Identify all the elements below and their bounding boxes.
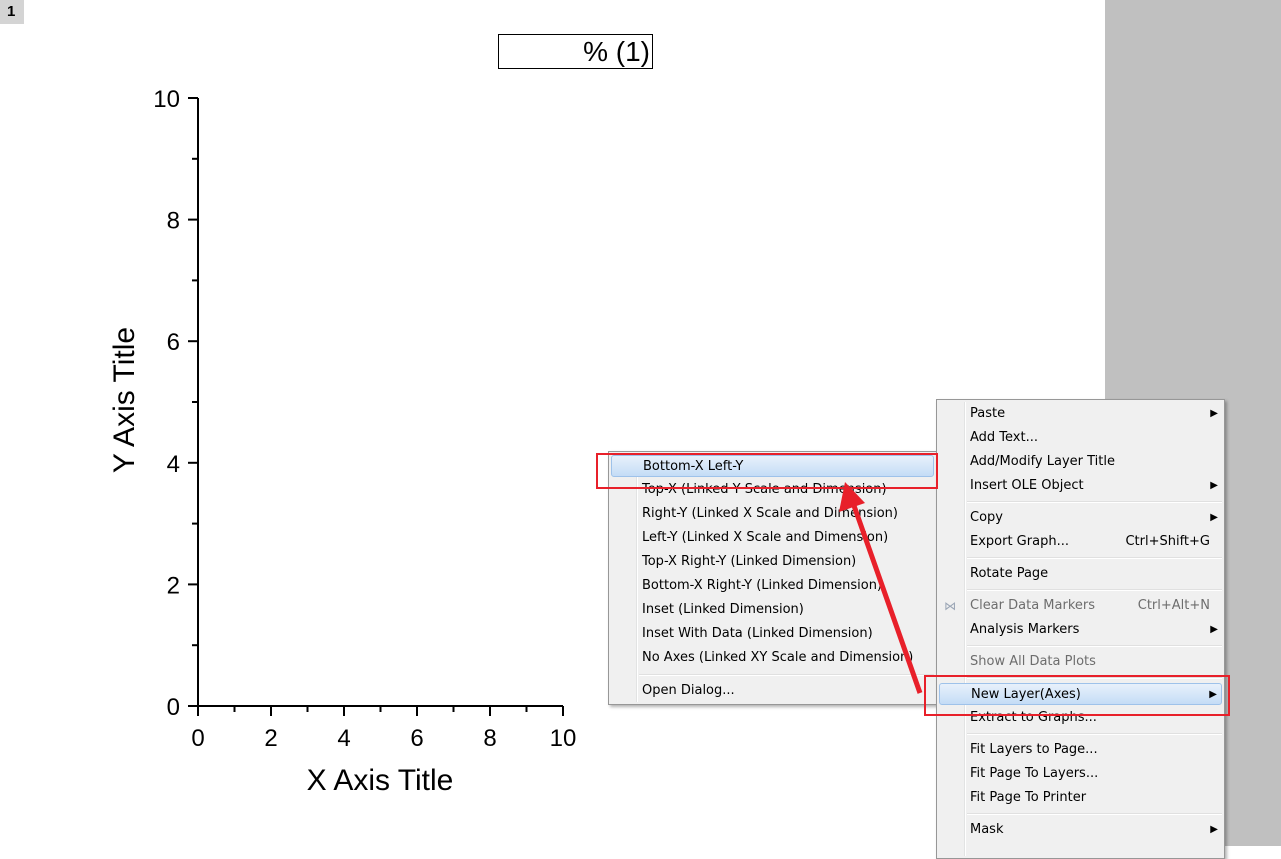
y-tick-label: 0 (167, 694, 180, 721)
menu-item-export-graph[interactable]: Export Graph... Ctrl+Shift+G (939, 531, 1222, 553)
menu-separator (967, 733, 1222, 735)
menu-item-fit-page-to-layers[interactable]: Fit Page To Layers... (939, 763, 1222, 785)
submenu-item-bottom-x-right-y[interactable]: Bottom-X Right-Y (Linked Dimension) (611, 575, 934, 597)
annotation-box-new-layer (924, 675, 1230, 716)
submenu-item-top-x-right-y[interactable]: Top-X Right-Y (Linked Dimension) (611, 551, 934, 573)
x-tick-label: 10 (550, 725, 577, 752)
x-tick-label: 6 (410, 725, 423, 752)
data-markers-icon: ⋈ (944, 599, 956, 613)
x-tick-label: 2 (264, 725, 277, 752)
menu-item-mask[interactable]: Mask ▶ (939, 819, 1222, 841)
menu-separator (967, 557, 1222, 559)
y-axis-title[interactable]: Y Axis Title (108, 270, 142, 530)
x-tick-label: 8 (483, 725, 496, 752)
annotation-box-bottom-x-left-y (596, 453, 938, 489)
y-tick-label: 8 (167, 208, 180, 235)
graph-plot[interactable]: 0 2 4 6 8 10 0 2 4 6 8 10 (0, 0, 620, 846)
y-tick-label: 10 (153, 86, 180, 113)
menu-item-fit-page-to-printer[interactable]: Fit Page To Printer (939, 787, 1222, 809)
menu-separator (967, 589, 1222, 591)
shortcut-label: Ctrl+Alt+N (1137, 598, 1210, 613)
menu-separator (967, 501, 1222, 503)
menu-separator (967, 813, 1222, 815)
submenu-separator (639, 674, 934, 676)
x-tick-label: 0 (191, 725, 204, 752)
menu-item-show-all-data-plots[interactable]: Show All Data Plots (939, 651, 1222, 673)
menu-item-analysis-markers[interactable]: Analysis Markers ▶ (939, 619, 1222, 641)
y-tick-label: 6 (167, 329, 180, 356)
menu-item-paste[interactable]: Paste ▶ (939, 403, 1222, 425)
menu-item-fit-layers-to-page[interactable]: Fit Layers to Page... (939, 739, 1222, 761)
menu-item-clear-data-markers[interactable]: ⋈ Clear Data Markers Ctrl+Alt+N (939, 595, 1222, 617)
x-axis-title[interactable]: X Axis Title (280, 764, 480, 798)
y-tick-label: 4 (167, 451, 180, 478)
menu-separator (967, 645, 1222, 647)
submenu-arrow-icon: ▶ (1210, 480, 1218, 491)
x-tick-label: 4 (337, 725, 350, 752)
y-tick-label: 2 (167, 572, 180, 599)
menu-item-rotate-page[interactable]: Rotate Page (939, 563, 1222, 585)
submenu-item-no-axes[interactable]: No Axes (Linked XY Scale and Dimension) (611, 647, 934, 669)
context-menu: Paste ▶ Add Text... Add/Modify Layer Titl… (936, 399, 1225, 859)
submenu-arrow-icon: ▶ (1210, 408, 1218, 419)
menu-item-copy[interactable]: Copy ▶ (939, 507, 1222, 529)
submenu-arrow-icon: ▶ (1210, 512, 1218, 523)
new-layer-submenu: Bottom-X Left-Y Top-X (Linked Y Scale an… (608, 451, 937, 705)
submenu-item-inset[interactable]: Inset (Linked Dimension) (611, 599, 934, 621)
menu-item-insert-ole[interactable]: Insert OLE Object ▶ (939, 475, 1222, 497)
submenu-item-right-y[interactable]: Right-Y (Linked X Scale and Dimension) (611, 503, 934, 525)
submenu-arrow-icon: ▶ (1210, 624, 1218, 635)
submenu-arrow-icon: ▶ (1210, 824, 1218, 835)
submenu-item-open-dialog[interactable]: Open Dialog... (611, 680, 934, 702)
menu-item-add-text[interactable]: Add Text... (939, 427, 1222, 449)
submenu-item-inset-with-data[interactable]: Inset With Data (Linked Dimension) (611, 623, 934, 645)
submenu-item-left-y[interactable]: Left-Y (Linked X Scale and Dimension) (611, 527, 934, 549)
menu-item-layer-title[interactable]: Add/Modify Layer Title (939, 451, 1222, 473)
shortcut-label: Ctrl+Shift+G (1125, 534, 1210, 549)
